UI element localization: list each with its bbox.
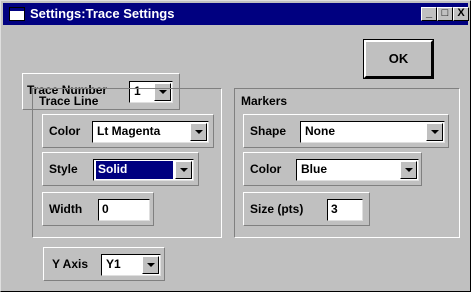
y-axis-value: Y1 — [106, 257, 121, 271]
trace-color-label: Color — [49, 124, 81, 138]
window-menu-icon[interactable] — [9, 7, 25, 21]
trace-style-value: Solid — [96, 161, 173, 179]
trace-color-select[interactable]: Lt Magenta — [92, 121, 209, 143]
marker-size-label: Size (pts) — [250, 202, 304, 216]
window-title: Settings:Trace Settings — [30, 6, 175, 21]
chevron-down-icon[interactable] — [190, 123, 207, 141]
y-axis-group: Y Axis Y1 — [43, 247, 165, 281]
trace-width-label: Width — [49, 202, 83, 216]
marker-color-value: Blue — [301, 162, 328, 176]
settings-window: Settings:Trace Settings _ □ X Trace Numb… — [0, 0, 471, 292]
title-bar[interactable]: Settings:Trace Settings _ □ X — [3, 3, 469, 25]
trace-style-row: Style Solid — [42, 152, 199, 186]
marker-shape-label: Shape — [250, 124, 287, 138]
trace-line-heading: Trace Line — [39, 94, 99, 108]
marker-shape-row: Shape None — [243, 114, 449, 148]
trace-color-row: Color Lt Magenta — [42, 114, 214, 148]
marker-color-select[interactable]: Blue — [296, 159, 419, 181]
trace-width-input[interactable]: 0 — [98, 199, 150, 221]
close-button[interactable]: X — [453, 7, 469, 21]
marker-shape-value: None — [305, 124, 335, 138]
chevron-down-icon[interactable] — [426, 123, 443, 141]
maximize-button[interactable]: □ — [437, 7, 453, 21]
chevron-down-icon[interactable] — [400, 161, 417, 179]
y-axis-label: Y Axis — [52, 257, 89, 271]
trace-style-label: Style — [49, 162, 78, 176]
marker-size-row: Size (pts) 3 — [243, 192, 370, 226]
ok-button[interactable]: OK — [363, 39, 434, 79]
minimize-button[interactable]: _ — [421, 7, 437, 21]
y-axis-select[interactable]: Y1 — [101, 254, 161, 276]
trace-color-value: Lt Magenta — [97, 124, 161, 138]
markers-heading: Markers — [241, 94, 288, 108]
marker-size-input[interactable]: 3 — [327, 199, 363, 221]
chevron-down-icon[interactable] — [142, 256, 159, 274]
chevron-down-icon[interactable] — [175, 161, 192, 179]
trace-style-select[interactable]: Solid — [93, 159, 194, 181]
marker-shape-select[interactable]: None — [300, 121, 445, 143]
trace-line-group: Trace Line Color Lt Magenta Style Solid … — [32, 88, 222, 238]
marker-color-label: Color — [250, 162, 282, 176]
trace-width-row: Width 0 — [42, 192, 154, 226]
markers-group: Markers Shape None Color Blue Size (pts)… — [234, 88, 460, 238]
marker-color-row: Color Blue — [243, 152, 422, 186]
